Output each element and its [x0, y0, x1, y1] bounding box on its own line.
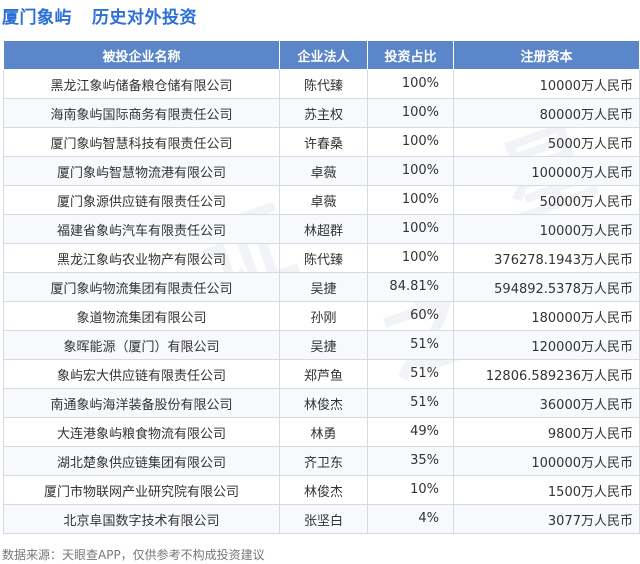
- table-row: 黑龙江象屿农业物产有限公司 陈代臻 100% 376278.1943万人民币: [3, 243, 640, 273]
- legal-rep-cell: 卓薇: [279, 156, 368, 186]
- table-row: 黑龙江象屿储备粮仓储有限公司 陈代臻 100% 10000万人民币: [3, 69, 640, 99]
- table-row: 象屿宏大供应链有限责任公司 郑芦鱼 51% 12806.589236万人民币: [3, 359, 640, 389]
- company-name-cell: 湖北楚象供应链集团有限公司: [3, 446, 280, 476]
- legal-rep-cell: 孙刚: [279, 301, 368, 331]
- column-header-legal-rep: 企业法人: [279, 40, 368, 70]
- legal-rep-cell: 陈代臻: [279, 243, 368, 273]
- registered-capital-cell: 594892.5378万人民币: [453, 272, 640, 302]
- investment-ratio-cell: 84.81%: [367, 272, 454, 302]
- company-name-cell: 大连港象屿粮食物流有限公司: [3, 417, 280, 447]
- page-header: 厦门象屿 历史对外投资: [0, 0, 640, 34]
- table-row: 象晖能源（厦门）有限公司 吴捷 51% 120000万人民币: [3, 330, 640, 360]
- legal-rep-cell: 卓薇: [279, 185, 368, 215]
- investment-ratio-cell: 100%: [367, 243, 454, 273]
- company-name-cell: 厦门象屿智慧物流港有限公司: [3, 156, 280, 186]
- registered-capital-cell: 100000万人民币: [453, 156, 640, 186]
- investment-ratio-cell: 51%: [367, 388, 454, 418]
- registered-capital-cell: 376278.1943万人民币: [453, 243, 640, 273]
- investment-ratio-cell: 100%: [367, 185, 454, 215]
- legal-rep-cell: 许春桑: [279, 127, 368, 157]
- table-row: 厦门象屿智慧科技有限责任公司 许春桑 100% 5000万人民币: [3, 127, 640, 157]
- table-row: 象道物流集团有限公司 孙刚 60% 180000万人民币: [3, 301, 640, 331]
- investment-ratio-cell: 60%: [367, 301, 454, 331]
- registered-capital-cell: 3077万人民币: [453, 504, 640, 534]
- company-name-cell: 黑龙江象屿储备粮仓储有限公司: [3, 69, 280, 99]
- company-name-cell: 北京阜国数字技术有限公司: [3, 504, 280, 534]
- company-name-cell: 厦门象屿物流集团有限责任公司: [3, 272, 280, 302]
- legal-rep-cell: 林俊杰: [279, 388, 368, 418]
- table-row: 厦门象源供应链有限责任公司 卓薇 100% 50000万人民币: [3, 185, 640, 215]
- investment-ratio-cell: 35%: [367, 446, 454, 476]
- column-header-company: 被投企业名称: [3, 40, 280, 70]
- table-row: 厦门市物联网产业研究院有限公司 林俊杰 10% 1500万人民币: [3, 475, 640, 505]
- investment-ratio-cell: 51%: [367, 330, 454, 360]
- company-name-cell: 象屿宏大供应链有限责任公司: [3, 359, 280, 389]
- investment-table: 被投企业名称 企业法人 投资占比 注册资本 黑龙江象屿储备粮仓储有限公司 陈代臻 1…: [3, 40, 640, 534]
- registered-capital-cell: 180000万人民币: [453, 301, 640, 331]
- legal-rep-cell: 吴捷: [279, 272, 368, 302]
- page-title: 历史对外投资: [92, 8, 197, 28]
- registered-capital-cell: 50000万人民币: [453, 185, 640, 215]
- company-name-cell: 厦门象屿智慧科技有限责任公司: [3, 127, 280, 157]
- legal-rep-cell: 林超群: [279, 214, 368, 244]
- company-name-cell: 福建省象屿汽车有限责任公司: [3, 214, 280, 244]
- column-header-capital: 注册资本: [453, 40, 640, 70]
- company-name-cell: 象晖能源（厦门）有限公司: [3, 330, 280, 360]
- investment-ratio-cell: 100%: [367, 69, 454, 99]
- investment-ratio-cell: 100%: [367, 214, 454, 244]
- registered-capital-cell: 12806.589236万人民币: [453, 359, 640, 389]
- registered-capital-cell: 5000万人民币: [453, 127, 640, 157]
- table-header-row: 被投企业名称 企业法人 投资占比 注册资本: [3, 40, 640, 70]
- registered-capital-cell: 9800万人民币: [453, 417, 640, 447]
- table-row: 北京阜国数字技术有限公司 张坚白 4% 3077万人民币: [3, 504, 640, 534]
- investment-ratio-cell: 100%: [367, 127, 454, 157]
- table-row: 福建省象屿汽车有限责任公司 林超群 100% 10000万人民币: [3, 214, 640, 244]
- registered-capital-cell: 80000万人民币: [453, 98, 640, 128]
- company-name-cell: 海南象屿国际商务有限责任公司: [3, 98, 280, 128]
- investment-ratio-cell: 49%: [367, 417, 454, 447]
- legal-rep-cell: 林俊杰: [279, 475, 368, 505]
- investment-ratio-cell: 100%: [367, 156, 454, 186]
- company-name: 厦门象屿: [2, 8, 72, 28]
- company-name-cell: 厦门象源供应链有限责任公司: [3, 185, 280, 215]
- registered-capital-cell: 1500万人民币: [453, 475, 640, 505]
- registered-capital-cell: 10000万人民币: [453, 69, 640, 99]
- registered-capital-cell: 36000万人民币: [453, 388, 640, 418]
- column-header-ratio: 投资占比: [367, 40, 454, 70]
- investment-table-container: 被投企业名称 企业法人 投资占比 注册资本 黑龙江象屿储备粮仓储有限公司 陈代臻 1…: [3, 40, 640, 534]
- table-row: 南通象屿海洋装备股份有限公司 林俊杰 51% 36000万人民币: [3, 388, 640, 418]
- legal-rep-cell: 陈代臻: [279, 69, 368, 99]
- table-row: 厦门象屿物流集团有限责任公司 吴捷 84.81% 594892.5378万人民币: [3, 272, 640, 302]
- investment-ratio-cell: 10%: [367, 475, 454, 505]
- data-source-note: 数据来源：天眼查APP，仅供参考不构成投资建议: [2, 548, 265, 562]
- table-row: 海南象屿国际商务有限责任公司 苏主权 100% 80000万人民币: [3, 98, 640, 128]
- investment-ratio-cell: 4%: [367, 504, 454, 534]
- table-body: 黑龙江象屿储备粮仓储有限公司 陈代臻 100% 10000万人民币 海南象屿国际商务有限…: [3, 69, 640, 534]
- table-row: 湖北楚象供应链集团有限公司 齐卫东 35% 100000万人民币: [3, 446, 640, 476]
- legal-rep-cell: 吴捷: [279, 330, 368, 360]
- legal-rep-cell: 林勇: [279, 417, 368, 447]
- company-name-cell: 象道物流集团有限公司: [3, 301, 280, 331]
- legal-rep-cell: 苏主权: [279, 98, 368, 128]
- legal-rep-cell: 郑芦鱼: [279, 359, 368, 389]
- company-name-cell: 黑龙江象屿农业物产有限公司: [3, 243, 280, 273]
- table-row: 大连港象屿粮食物流有限公司 林勇 49% 9800万人民币: [3, 417, 640, 447]
- investment-ratio-cell: 100%: [367, 98, 454, 128]
- company-name-cell: 南通象屿海洋装备股份有限公司: [3, 388, 280, 418]
- registered-capital-cell: 120000万人民币: [453, 330, 640, 360]
- legal-rep-cell: 齐卫东: [279, 446, 368, 476]
- table-row: 厦门象屿智慧物流港有限公司 卓薇 100% 100000万人民币: [3, 156, 640, 186]
- legal-rep-cell: 张坚白: [279, 504, 368, 534]
- company-name-cell: 厦门市物联网产业研究院有限公司: [3, 475, 280, 505]
- registered-capital-cell: 100000万人民币: [453, 446, 640, 476]
- registered-capital-cell: 10000万人民币: [453, 214, 640, 244]
- investment-ratio-cell: 51%: [367, 359, 454, 389]
